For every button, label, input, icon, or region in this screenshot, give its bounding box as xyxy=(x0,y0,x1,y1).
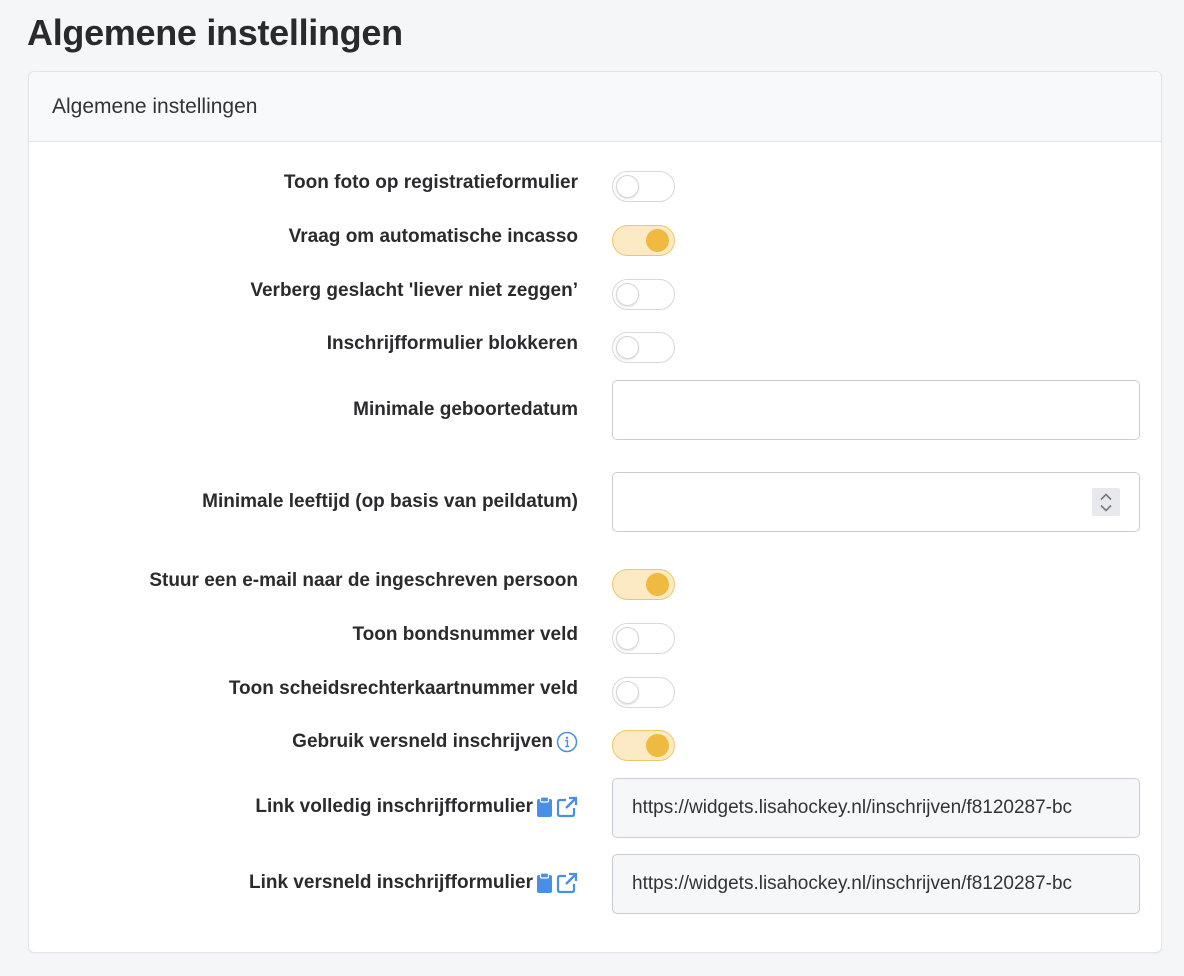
setting-row-fast-signup: Gebruik versneld inschrijven xyxy=(29,730,1161,761)
union-number-toggle[interactable] xyxy=(612,623,675,654)
link-full-label: Link volledig inschrijfformulier xyxy=(255,796,533,817)
setting-row-direct-debit: Vraag om automatische incasso xyxy=(29,225,1161,256)
toggle-knob xyxy=(646,734,669,757)
send-email-toggle[interactable] xyxy=(612,569,675,600)
setting-row-union-number: Toon bondsnummer veld xyxy=(29,623,1161,654)
referee-card-label: Toon scheidsrechterkaartnummer veld xyxy=(228,678,578,699)
link-fast-label: Link versneld inschrijfformulier xyxy=(248,872,533,893)
toggle-knob xyxy=(616,336,639,359)
direct-debit-label: Vraag om automatische incasso xyxy=(288,226,578,247)
card-header: Algemene instellingen xyxy=(29,72,1161,142)
setting-row-link-fast: Link versneld inschrijfformulier https:/… xyxy=(29,854,1161,914)
setting-row-min-age: Minimale leeftijd (op basis van peildatu… xyxy=(29,472,1161,532)
toggle-knob xyxy=(616,283,639,306)
external-link-icon[interactable] xyxy=(556,796,578,818)
hide-gender-label: Verberg geslacht 'liever niet zeggen’ xyxy=(250,280,578,301)
link-fast-value: https://widgets.lisahockey.nl/inschrijve… xyxy=(632,873,1073,894)
union-number-label: Toon bondsnummer veld xyxy=(352,624,578,645)
toggle-knob xyxy=(616,681,639,704)
link-full-input[interactable]: https://widgets.lisahockey.nl/inschrijve… xyxy=(612,778,1140,838)
setting-row-block-form: Inschrijfformulier blokkeren xyxy=(29,332,1161,363)
link-full-label-group: Link volledig inschrijfformulier xyxy=(255,794,578,820)
show-photo-label: Toon foto op registratieformulier xyxy=(283,172,578,193)
clipboard-icon[interactable] xyxy=(536,796,553,818)
settings-card: Algemene instellingen Toon foto op regis… xyxy=(28,71,1162,953)
setting-row-send-email: Stuur een e-mail naar de ingeschreven pe… xyxy=(29,569,1161,600)
toggle-knob xyxy=(616,175,639,198)
min-age-input[interactable] xyxy=(612,472,1140,532)
fast-signup-label-group: Gebruik versneld inschrijven xyxy=(292,730,578,754)
setting-row-referee-card: Toon scheidsrechterkaartnummer veld xyxy=(29,677,1161,708)
chevron-up-icon xyxy=(1100,492,1112,500)
fast-signup-label: Gebruik versneld inschrijven xyxy=(292,731,553,752)
min-age-label: Minimale leeftijd (op basis van peildatu… xyxy=(202,491,578,512)
toggle-knob xyxy=(646,573,669,596)
page-title: Algemene instellingen xyxy=(27,12,403,53)
toggle-knob xyxy=(646,229,669,252)
link-fast-input[interactable]: https://widgets.lisahockey.nl/inschrijve… xyxy=(612,854,1140,914)
toggle-knob xyxy=(616,627,639,650)
number-stepper[interactable] xyxy=(1092,488,1120,516)
referee-card-toggle[interactable] xyxy=(612,677,675,708)
show-photo-toggle[interactable] xyxy=(612,171,675,202)
setting-row-hide-gender: Verberg geslacht 'liever niet zeggen’ xyxy=(29,279,1161,310)
setting-row-link-full: Link volledig inschrijfformulier https:/… xyxy=(29,778,1161,838)
setting-row-show-photo: Toon foto op registratieformulier xyxy=(29,171,1161,202)
send-email-label: Stuur een e-mail naar de ingeschreven pe… xyxy=(149,570,578,591)
external-link-icon[interactable] xyxy=(556,872,578,894)
min-birthdate-label: Minimale geboortedatum xyxy=(353,399,578,420)
setting-row-min-birthdate: Minimale geboortedatum xyxy=(29,380,1161,440)
hide-gender-toggle[interactable] xyxy=(612,279,675,310)
chevron-down-icon xyxy=(1100,504,1112,512)
direct-debit-toggle[interactable] xyxy=(612,225,675,256)
info-circle-icon[interactable] xyxy=(556,731,578,753)
link-full-value: https://widgets.lisahockey.nl/inschrijve… xyxy=(632,797,1073,818)
block-form-toggle[interactable] xyxy=(612,332,675,363)
min-birthdate-input[interactable] xyxy=(612,380,1140,440)
link-fast-label-group: Link versneld inschrijfformulier xyxy=(249,870,578,896)
block-form-label: Inschrijfformulier blokkeren xyxy=(326,333,578,354)
clipboard-icon[interactable] xyxy=(536,872,553,894)
fast-signup-toggle[interactable] xyxy=(612,730,675,761)
